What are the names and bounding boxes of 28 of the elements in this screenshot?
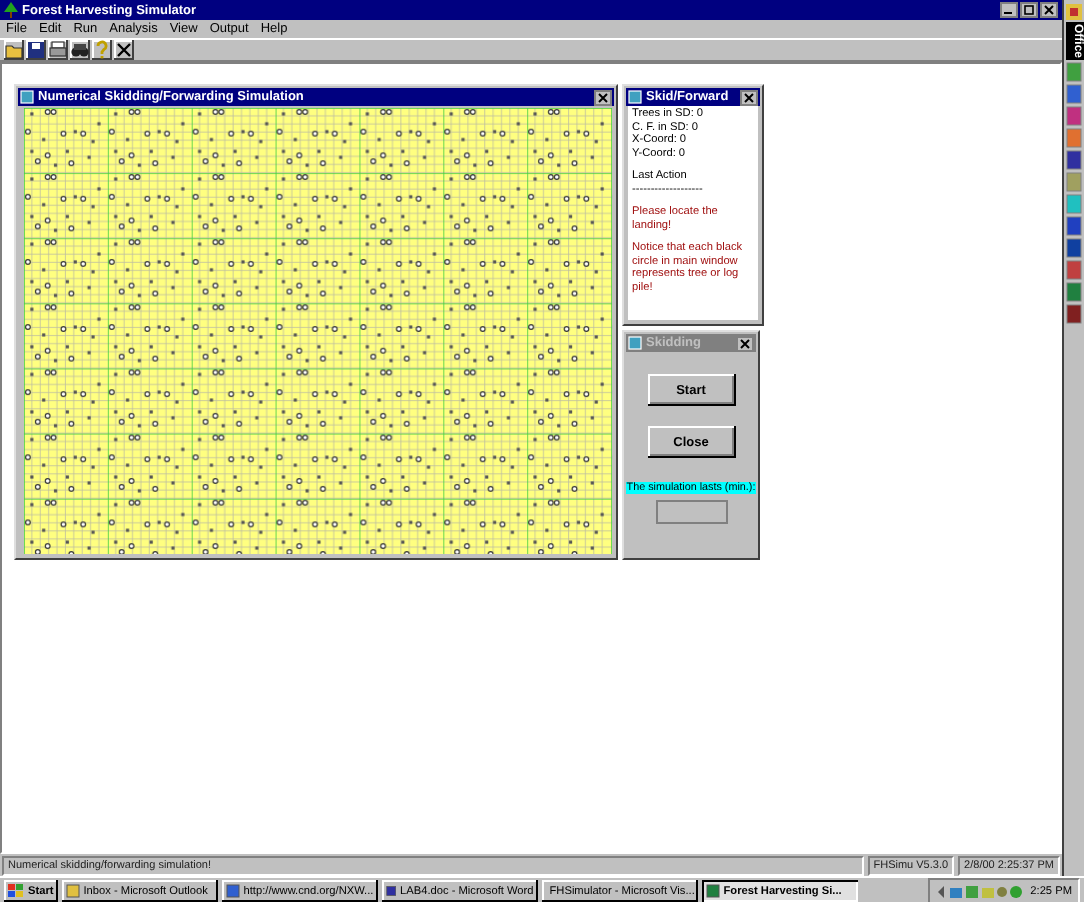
minimize-icon[interactable]	[1000, 2, 1018, 18]
office-logo-icon	[1066, 4, 1082, 20]
toolbar-button[interactable]	[70, 40, 90, 60]
toolbar-button[interactable]	[92, 40, 112, 60]
window-app-icon	[20, 90, 34, 104]
close-icon	[114, 40, 134, 60]
close-icon[interactable]	[594, 89, 612, 105]
question-mark-icon	[92, 40, 112, 60]
toolbar-button[interactable]	[26, 40, 46, 60]
close-icon[interactable]	[736, 335, 754, 351]
tray-icons-drawing[interactable]	[936, 883, 1025, 899]
restore-icon[interactable]	[1020, 2, 1038, 18]
toolbar-button[interactable]	[48, 40, 68, 60]
tree-map-drawing[interactable]	[20, 108, 614, 554]
duration-field[interactable]	[655, 500, 727, 524]
close-icon[interactable]	[1040, 2, 1058, 18]
app-icon	[65, 884, 80, 898]
window-app-icon	[628, 336, 642, 350]
windows-logo-icon	[8, 884, 24, 898]
close-icon[interactable]	[740, 89, 758, 105]
app-icon	[225, 884, 240, 898]
app-icon	[705, 884, 720, 898]
app-icon	[385, 884, 397, 898]
office-shortcut-icons-drawing[interactable]	[1066, 62, 1082, 327]
tree-icon	[4, 2, 18, 18]
toolbar-button[interactable]	[4, 40, 24, 60]
toolbar-button[interactable]	[114, 40, 134, 60]
binoculars-icon	[70, 40, 90, 60]
